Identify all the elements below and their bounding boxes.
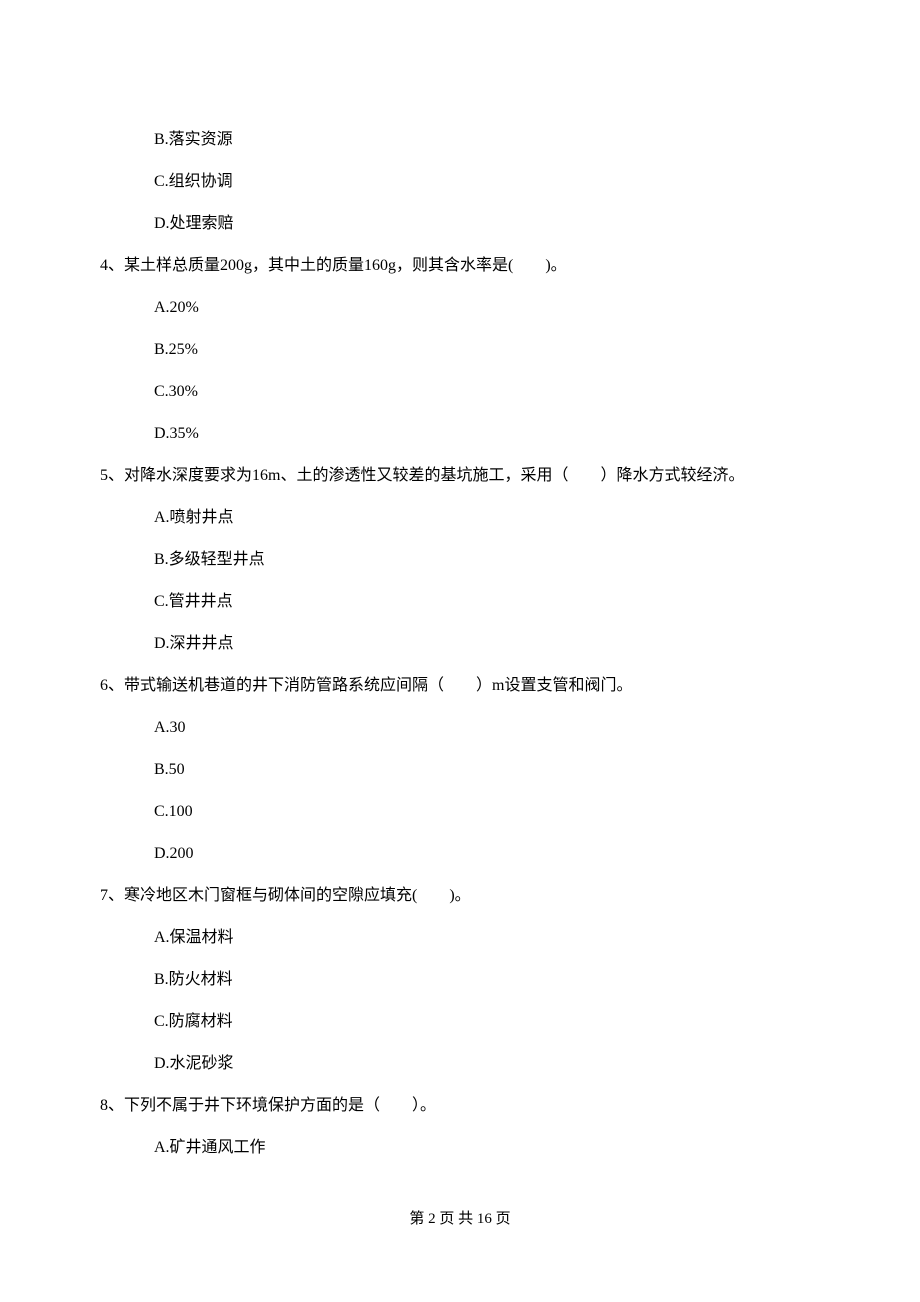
q4-option-c: C.30% (154, 380, 820, 404)
question-8: 8、下列不属于井下环境保护方面的是（ ）。 (100, 1094, 820, 1118)
question-5: 5、对降水深度要求为16m、土的渗透性又较差的基坑施工，采用（ ）降水方式较经济… (100, 464, 820, 488)
q5-option-d: D.深井井点 (154, 632, 820, 656)
question-7: 7、寒冷地区木门窗框与砌体间的空隙应填充( )。 (100, 884, 820, 908)
q6-option-b: B.50 (154, 758, 820, 782)
q7-option-a: A.保温材料 (154, 926, 820, 950)
question-4: 4、某土样总质量200g，其中土的质量160g，则其含水率是( )。 (100, 254, 820, 278)
q7-option-b: B.防火材料 (154, 968, 820, 992)
document-page: B.落实资源 C.组织协调 D.处理索赔 4、某土样总质量200g，其中土的质量… (0, 0, 920, 1260)
q7-option-d: D.水泥砂浆 (154, 1052, 820, 1076)
q5-option-b: B.多级轻型井点 (154, 548, 820, 572)
q7-option-c: C.防腐材料 (154, 1010, 820, 1034)
q4-option-b: B.25% (154, 338, 820, 362)
question-6: 6、带式输送机巷道的井下消防管路系统应间隔（ ）m设置支管和阀门。 (100, 674, 820, 698)
q5-option-c: C.管井井点 (154, 590, 820, 614)
q4-option-d: D.35% (154, 422, 820, 446)
q8-option-a: A.矿井通风工作 (154, 1136, 820, 1160)
q6-option-d: D.200 (154, 842, 820, 866)
q4-option-a: A.20% (154, 296, 820, 320)
option-pre-b: B.落实资源 (154, 128, 820, 152)
option-pre-d: D.处理索赔 (154, 212, 820, 236)
q6-option-c: C.100 (154, 800, 820, 824)
page-footer: 第 2 页 共 16 页 (0, 1208, 920, 1231)
option-pre-c: C.组织协调 (154, 170, 820, 194)
q6-option-a: A.30 (154, 716, 820, 740)
q5-option-a: A.喷射井点 (154, 506, 820, 530)
